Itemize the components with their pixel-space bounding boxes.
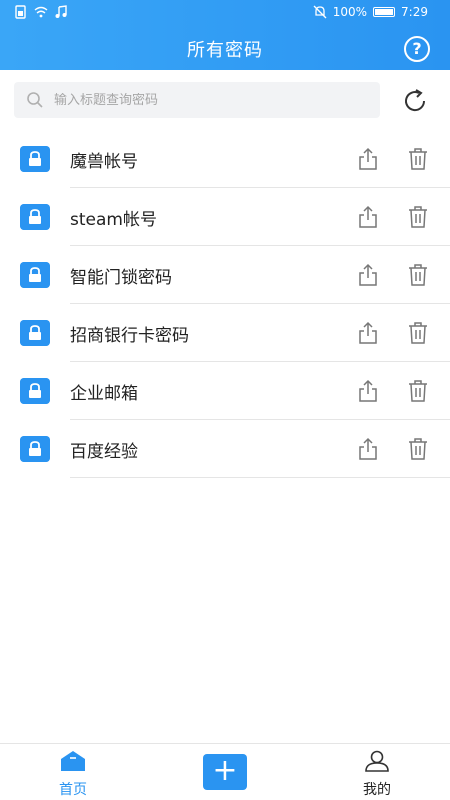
battery-icon [373,7,396,17]
share-icon[interactable] [356,147,380,171]
share-icon[interactable] [356,205,380,229]
list-item[interactable]: 百度经验 [0,420,450,478]
tab-home[interactable]: 首页 [33,750,113,799]
status-bar: 100% 7:29 [0,0,450,26]
wifi-icon [34,6,48,18]
share-icon[interactable] [356,379,380,403]
lock-icon [20,204,50,230]
trash-icon[interactable] [406,205,430,229]
help-button[interactable]: ? [404,36,430,62]
trash-icon[interactable] [406,437,430,461]
home-icon [61,751,85,771]
share-icon[interactable] [356,437,380,461]
trash-icon[interactable] [406,147,430,171]
entry-title: 百度经验 [70,442,138,462]
refresh-icon[interactable] [400,86,430,116]
trash-icon[interactable] [406,379,430,403]
tab-home-label: 首页 [59,782,87,798]
app-header: 100% 7:29 所有密码 ? [0,0,450,70]
battery-percent: 100% [332,5,368,19]
list-item[interactable]: 魔兽帐号 [0,130,450,188]
trash-icon[interactable] [406,263,430,287]
sim-icon [15,5,26,19]
page-title: 所有密码 [187,40,263,61]
list-item[interactable]: steam帐号 [0,188,450,246]
lock-icon [20,146,50,172]
lock-icon [20,262,50,288]
share-icon[interactable] [356,263,380,287]
music-note-icon [55,5,67,18]
trash-icon[interactable] [406,321,430,345]
entry-title: 魔兽帐号 [70,152,138,172]
status-right: 100% 7:29 [313,5,428,19]
entry-title: 智能门锁密码 [70,268,172,288]
entry-title: 企业邮箱 [70,384,138,404]
list-item[interactable]: 企业邮箱 [0,362,450,420]
lock-icon [20,378,50,404]
mute-bell-icon [313,5,327,19]
tab-me-label: 我的 [363,782,391,798]
bottom-tab-bar: 首页 + 我的 [0,743,450,800]
list-item[interactable]: 智能门锁密码 [0,246,450,304]
row-divider [70,477,450,478]
share-icon[interactable] [356,321,380,345]
lock-icon [20,436,50,462]
search-input[interactable] [54,92,354,108]
search-bar[interactable] [14,82,380,118]
tab-me[interactable]: 我的 [337,750,417,799]
search-icon [27,92,43,108]
list-item[interactable]: 招商银行卡密码 [0,304,450,362]
entry-title: steam帐号 [70,210,157,230]
password-list: 魔兽帐号 steam帐号 智能门锁密码 招商银行卡密码 企业邮箱 百度经验 [0,130,450,478]
user-icon [365,750,389,772]
lock-icon [20,320,50,346]
entry-title: 招商银行卡密码 [70,326,189,346]
status-left [14,5,68,19]
add-entry-button[interactable]: + [203,754,247,790]
clock: 7:29 [401,5,428,19]
